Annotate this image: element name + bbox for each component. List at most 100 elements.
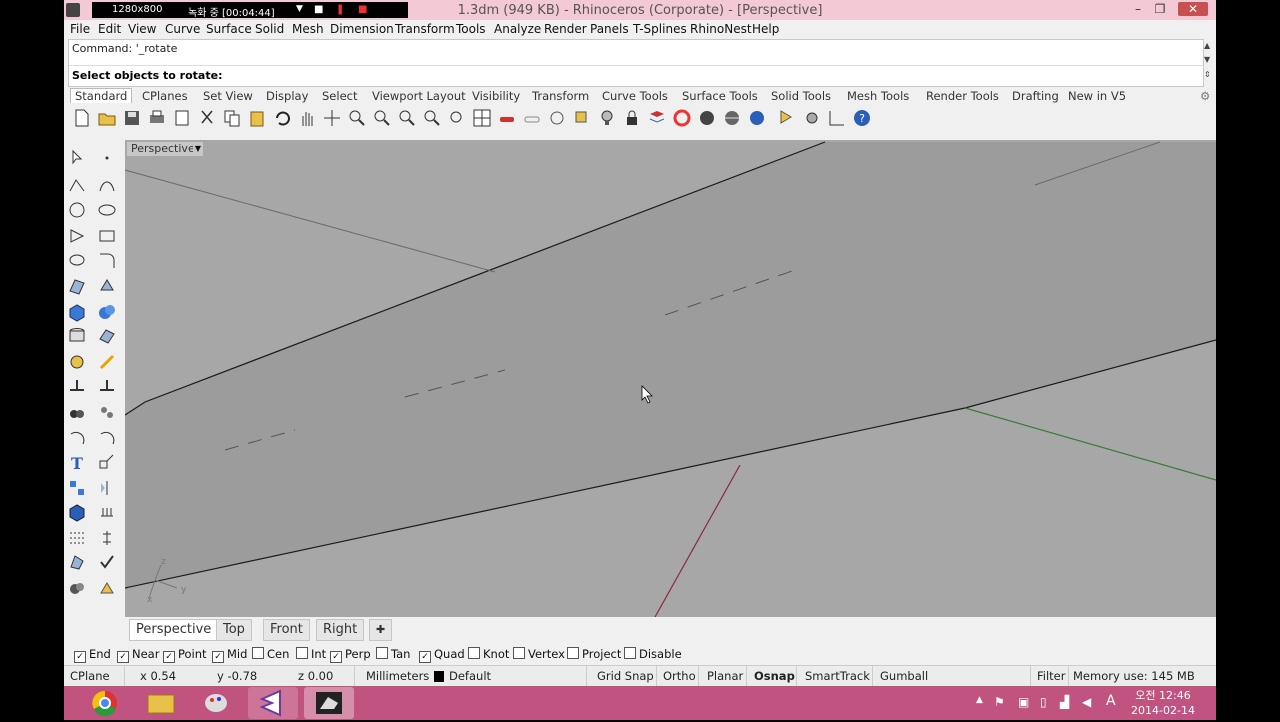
hatch-icon[interactable] bbox=[97, 502, 117, 522]
solid-box-icon[interactable] bbox=[67, 502, 87, 522]
tab-right[interactable]: Right bbox=[316, 619, 365, 641]
menu-solid[interactable]: Solid bbox=[255, 22, 284, 36]
viewport-title[interactable]: Perspective bbox=[127, 142, 199, 156]
rotate-view-icon[interactable] bbox=[322, 108, 342, 128]
material-sphere-icon[interactable] bbox=[697, 108, 717, 128]
rotate-3d-icon[interactable] bbox=[97, 428, 117, 448]
select-arrow-icon[interactable] bbox=[67, 148, 87, 168]
tab-set-view[interactable]: Set View bbox=[203, 89, 253, 103]
split-icon[interactable] bbox=[67, 376, 87, 396]
tab-solid-tools[interactable]: Solid Tools bbox=[771, 89, 831, 103]
explorer-taskbar-icon[interactable] bbox=[136, 687, 186, 719]
boolean-union-icon[interactable] bbox=[97, 302, 117, 322]
command-scrollbar[interactable]: ▲ ▼ ⇕ bbox=[1202, 39, 1214, 85]
ime-indicator[interactable]: A bbox=[1106, 693, 1116, 709]
ellipse-icon[interactable] bbox=[97, 200, 117, 220]
status-smarttrack[interactable]: SmartTrack bbox=[805, 669, 870, 683]
menu-tools[interactable]: Tools bbox=[456, 22, 486, 36]
help-icon[interactable]: ? bbox=[852, 108, 872, 128]
osnap-project-checkbox[interactable] bbox=[567, 647, 579, 659]
curve-icon[interactable] bbox=[97, 175, 117, 195]
light-bulb-icon[interactable] bbox=[597, 108, 617, 128]
osnap-quad[interactable]: ✓ Quad bbox=[419, 647, 465, 663]
signal-icon[interactable]: ▟ bbox=[1060, 695, 1069, 709]
osnap-tan-checkbox[interactable] bbox=[376, 647, 388, 659]
tab-cplanes[interactable]: CPlanes bbox=[142, 89, 188, 103]
tab-visibility[interactable]: Visibility bbox=[472, 89, 520, 103]
viewport-menu-dropdown-icon[interactable]: ▼ bbox=[193, 142, 203, 156]
object-snap-icon[interactable] bbox=[572, 108, 592, 128]
circle-icon[interactable] bbox=[67, 200, 87, 220]
tab-curve-tools[interactable]: Curve Tools bbox=[602, 89, 668, 103]
menu-panels[interactable]: Panels bbox=[590, 22, 629, 36]
render-sphere-icon[interactable] bbox=[722, 108, 742, 128]
rectangle-icon[interactable] bbox=[97, 226, 117, 246]
fillet-curve-icon[interactable] bbox=[97, 250, 117, 270]
tab-front[interactable]: Front bbox=[263, 619, 310, 641]
extrude-icon[interactable] bbox=[97, 276, 117, 296]
close-button[interactable]: ✕ bbox=[1178, 2, 1208, 16]
menu-dimension[interactable]: Dimension bbox=[330, 22, 394, 36]
car-icon[interactable] bbox=[497, 108, 517, 128]
zoom-extents-icon[interactable] bbox=[397, 108, 417, 128]
text-icon[interactable]: T bbox=[67, 452, 87, 472]
paint-icon[interactable] bbox=[97, 578, 117, 598]
tab-surface-tools[interactable]: Surface Tools bbox=[682, 89, 758, 103]
status-osnap[interactable]: Osnap bbox=[754, 669, 795, 683]
render-icon[interactable] bbox=[67, 578, 87, 598]
tab-display[interactable]: Display bbox=[266, 89, 308, 103]
perspective-viewport[interactable]: z y x Perspective ▼ bbox=[125, 140, 1216, 617]
visual-studio-taskbar-icon[interactable] bbox=[248, 687, 298, 719]
arc-icon[interactable] bbox=[67, 250, 87, 270]
osnap-mid[interactable]: ✓ Mid bbox=[212, 647, 247, 663]
save-icon[interactable] bbox=[122, 108, 142, 128]
explode-icon[interactable] bbox=[67, 402, 87, 422]
status-cplane[interactable]: CPlane bbox=[70, 669, 110, 683]
osnap-disable[interactable]: Disable bbox=[624, 647, 682, 661]
menu-edit[interactable]: Edit bbox=[98, 22, 121, 36]
four-viewports-icon[interactable] bbox=[472, 108, 492, 128]
mesh-icon[interactable] bbox=[67, 352, 87, 372]
polygon-icon[interactable] bbox=[67, 226, 87, 246]
osnap-near-checkbox[interactable]: ✓ bbox=[117, 651, 129, 663]
check-icon[interactable] bbox=[97, 552, 117, 572]
status-filter[interactable]: Filter bbox=[1037, 669, 1065, 683]
menu-tsplines[interactable]: T-Splines bbox=[633, 22, 687, 36]
show-hidden-icons[interactable]: ▲ bbox=[976, 695, 983, 705]
osnap-point[interactable]: ✓ Point bbox=[163, 647, 207, 663]
array-icon[interactable] bbox=[67, 478, 87, 498]
osnap-vertex[interactable]: Vertex bbox=[513, 647, 565, 661]
dimension-tool-icon[interactable] bbox=[827, 108, 847, 128]
import-icon[interactable] bbox=[172, 108, 192, 128]
status-layer[interactable]: Default bbox=[449, 669, 491, 683]
status-grid-snap[interactable]: Grid Snap bbox=[597, 669, 654, 683]
undo-icon[interactable] bbox=[272, 108, 292, 128]
pointer-tool-icon[interactable] bbox=[777, 108, 797, 128]
menu-mesh[interactable]: Mesh bbox=[292, 22, 324, 36]
tab-drafting[interactable]: Drafting bbox=[1012, 89, 1059, 103]
tab-transform[interactable]: Transform bbox=[532, 89, 589, 103]
tab-mesh-tools[interactable]: Mesh Tools bbox=[847, 89, 909, 103]
status-planar[interactable]: Planar bbox=[707, 669, 743, 683]
status-ortho[interactable]: Ortho bbox=[663, 669, 696, 683]
osnap-tan[interactable]: Tan bbox=[376, 647, 410, 661]
action-center-icon[interactable]: ▣ bbox=[1018, 695, 1029, 709]
menu-surface[interactable]: Surface bbox=[206, 22, 252, 36]
scale-icon[interactable] bbox=[97, 452, 117, 472]
osnap-project[interactable]: Project bbox=[567, 647, 621, 661]
grid-array-icon[interactable] bbox=[67, 528, 87, 548]
menu-render[interactable]: Render bbox=[544, 22, 587, 36]
menu-file[interactable]: File bbox=[70, 22, 90, 36]
rotate-icon[interactable] bbox=[67, 428, 87, 448]
layer-icon[interactable] bbox=[647, 108, 667, 128]
zoom-window-icon[interactable] bbox=[372, 108, 392, 128]
osnap-vertex-checkbox[interactable] bbox=[513, 647, 525, 659]
surface-object[interactable] bbox=[125, 142, 1216, 588]
copy-icon[interactable] bbox=[222, 108, 242, 128]
osnap-end[interactable]: ✓ End bbox=[74, 647, 111, 663]
paint-taskbar-icon[interactable] bbox=[192, 687, 242, 719]
undo-view-icon[interactable] bbox=[447, 108, 467, 128]
command-prompt[interactable]: Select objects to rotate: bbox=[72, 69, 222, 82]
command-area[interactable]: Command: '_rotate Select objects to rota… bbox=[68, 39, 1204, 87]
surface-corner-icon[interactable] bbox=[67, 276, 87, 296]
